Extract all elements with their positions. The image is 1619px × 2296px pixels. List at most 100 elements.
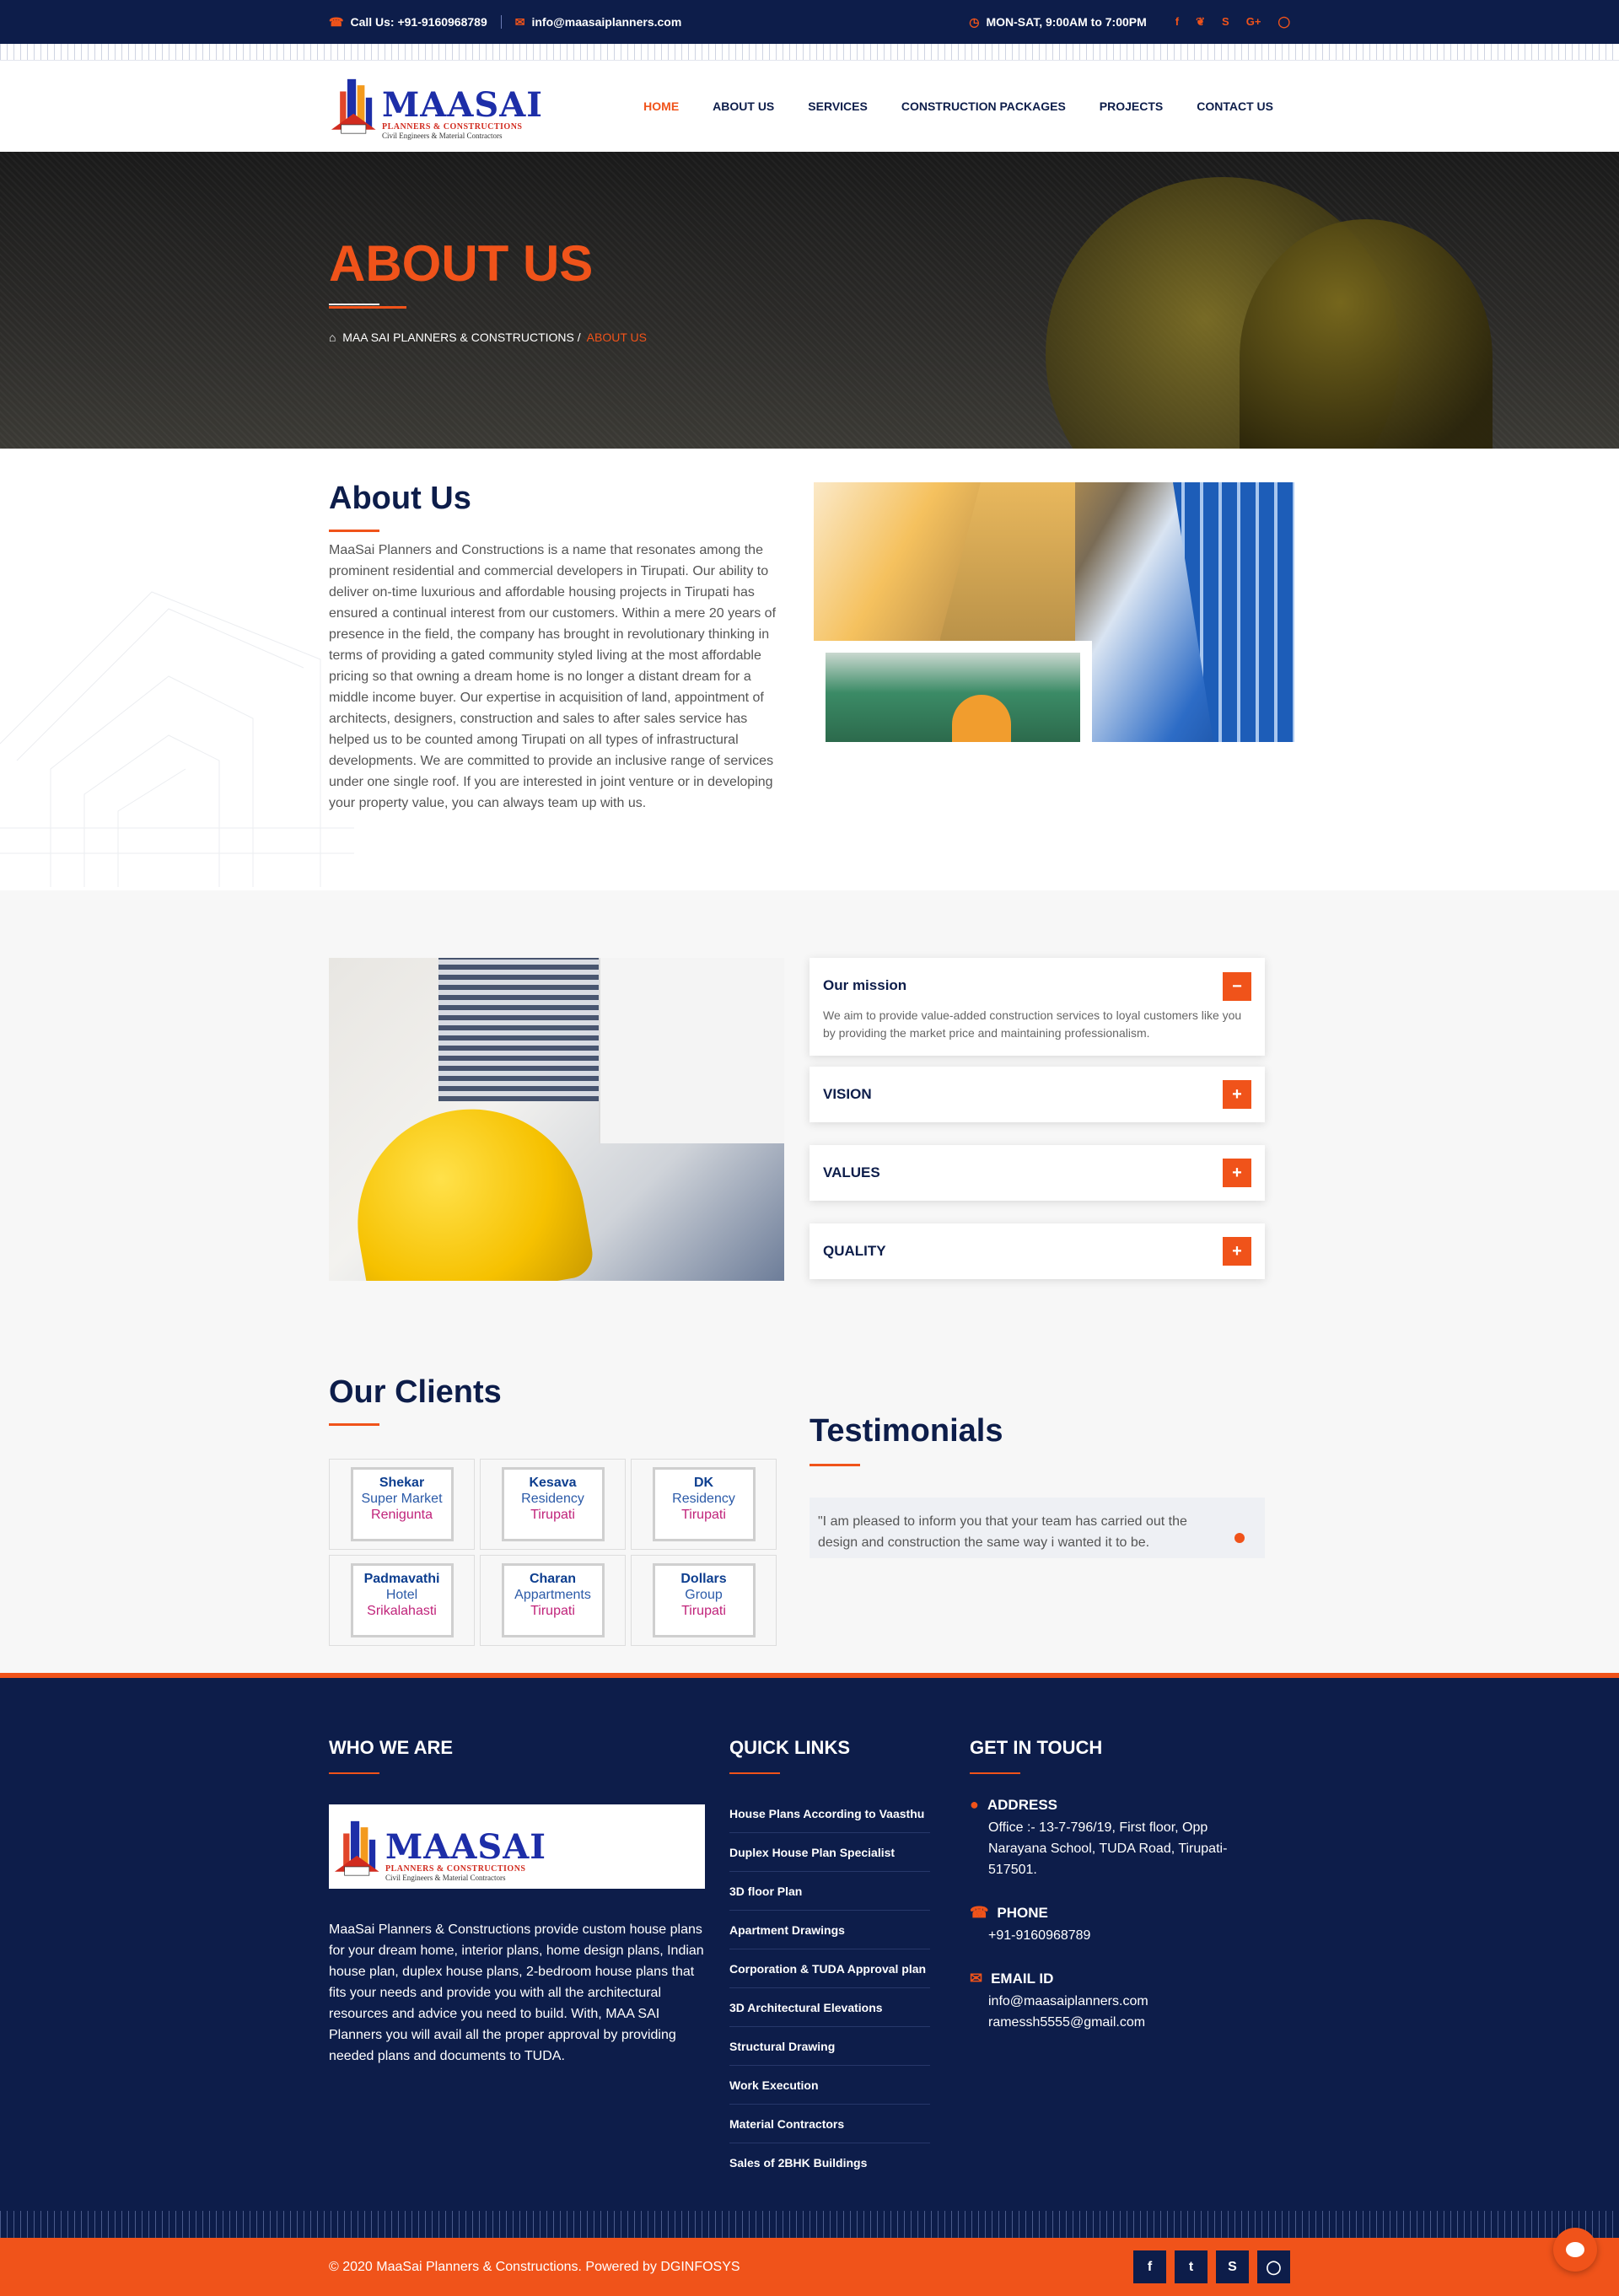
email-value-1[interactable]: info@maasaiplanners.com <box>988 1991 1248 2012</box>
client-name: Kesava <box>529 1476 577 1490</box>
about-inset-image <box>814 641 1092 742</box>
nav-about-us[interactable]: ABOUT US <box>713 99 774 113</box>
logo-subtitle: PLANNERS & CONSTRUCTIONS <box>382 122 523 132</box>
quick-link[interactable]: Material Contractors <box>729 2105 930 2143</box>
client-card: Kesava Residency Tirupati <box>480 1459 626 1550</box>
topbar-phone[interactable]: Call Us: +91-9160968789 <box>350 15 487 29</box>
logo-tagline: Civil Engineers & Material Contractors <box>382 132 503 140</box>
accordion-body: We aim to provide value-added constructi… <box>823 1008 1242 1040</box>
client-card: DK Residency Tirupati <box>631 1459 777 1550</box>
white-shirt-shape <box>599 958 784 1143</box>
testimonials-heading: Testimonials <box>810 1413 1003 1449</box>
accordion-header[interactable]: VISION + <box>810 1067 1265 1122</box>
phone-value[interactable]: +91-9160968789 <box>988 1925 1248 1946</box>
logo-tagline: Civil Engineers & Material Contractors <box>385 1874 506 1882</box>
client-name: DK <box>693 1476 714 1490</box>
collapse-button[interactable]: − <box>1223 972 1251 1001</box>
accordion-mission[interactable]: Our mission − We aim to provide value-ad… <box>810 958 1265 1056</box>
accordion-values[interactable]: VALUES + <box>810 1145 1265 1201</box>
skype-icon[interactable]: S <box>1222 15 1229 29</box>
skype-icon[interactable]: S <box>1216 2250 1249 2283</box>
instagram-icon[interactable]: ◯ <box>1257 2250 1290 2283</box>
phone-icon: ☎ <box>970 1904 989 1921</box>
client-type: Hotel <box>385 1588 418 1602</box>
quick-links: House Plans According to Vaasthu Duplex … <box>729 1794 930 2182</box>
carousel-dot[interactable] <box>1234 1533 1245 1543</box>
accordion-header[interactable]: QUALITY + <box>810 1223 1265 1279</box>
logo-building-icon <box>334 1820 379 1876</box>
client-type: Super Market <box>361 1492 443 1506</box>
page-title: ABOUT US <box>329 235 594 292</box>
bottom-bar: © 2020 MaaSai Planners & Constructions. … <box>0 2238 1619 2296</box>
envelope-icon: ✉ <box>514 14 525 29</box>
twitter-icon[interactable]: ❦ <box>1196 15 1205 29</box>
client-location: Tirupati <box>530 1508 575 1522</box>
map-marker-icon: ● <box>970 1796 979 1813</box>
divider <box>500 15 502 29</box>
instagram-icon[interactable]: ◯ <box>1277 15 1290 29</box>
phone-heading: ☎ PHONE <box>970 1904 1248 1922</box>
nav-construction-packages[interactable]: CONSTRUCTION PACKAGES <box>901 99 1066 113</box>
expand-button[interactable]: + <box>1223 1237 1251 1266</box>
client-type: Group <box>685 1588 723 1602</box>
quick-link[interactable]: Apartment Drawings <box>729 1911 930 1949</box>
email-heading: ✉ EMAIL ID <box>970 1970 1248 1987</box>
expand-button[interactable]: + <box>1223 1159 1251 1187</box>
breadcrumb: ⌂ MAA SAI PLANNERS & CONSTRUCTIONS / ABO… <box>329 331 647 344</box>
nav-contact-us[interactable]: CONTACT US <box>1197 99 1273 113</box>
envelope-icon: ✉ <box>970 1970 983 1987</box>
helmet-blueprint-image <box>329 958 784 1281</box>
quick-link[interactable]: Structural Drawing <box>729 2027 930 2066</box>
clock-icon: ◷ <box>969 14 980 29</box>
expand-button[interactable]: + <box>1223 1080 1251 1109</box>
facebook-icon[interactable]: f <box>1133 2250 1166 2283</box>
topbar-email[interactable]: info@maasaiplanners.com <box>531 15 681 29</box>
phone-label: PHONE <box>997 1904 1048 1921</box>
clients-heading: Our Clients <box>329 1374 502 1410</box>
accordion-header[interactable]: Our mission − <box>810 958 1265 1007</box>
topbar-social: f ❦ S G+ ◯ <box>1175 15 1290 29</box>
logo[interactable]: MAASAI PLANNERS & CONSTRUCTIONS Civil En… <box>329 66 543 147</box>
breadcrumb-current: ABOUT US <box>586 331 647 344</box>
accordion-vision[interactable]: VISION + <box>810 1067 1265 1122</box>
footer-title-underline <box>729 1772 780 1774</box>
client-location: Tirupati <box>681 1604 726 1618</box>
client-type: Residency <box>672 1492 735 1506</box>
quick-link[interactable]: 3D floor Plan <box>729 1872 930 1911</box>
google-plus-icon[interactable]: G+ <box>1246 15 1261 29</box>
email-value-2[interactable]: ramessh5555@gmail.com <box>988 2012 1248 2033</box>
facebook-icon[interactable]: f <box>1175 15 1179 29</box>
client-logo: DK Residency Tirupati <box>652 1467 756 1541</box>
home-icon[interactable]: ⌂ <box>329 331 336 344</box>
twitter-icon[interactable]: t <box>1175 2250 1208 2283</box>
client-type: Residency <box>521 1492 584 1506</box>
about-buildings-image <box>814 482 1294 742</box>
plaid-shirt-shape <box>438 958 607 1101</box>
main-nav: HOME ABOUT US SERVICES CONSTRUCTION PACK… <box>643 99 1273 113</box>
nav-projects[interactable]: PROJECTS <box>1100 99 1163 113</box>
logo-text: MAASAI PLANNERS & CONSTRUCTIONS Civil En… <box>382 89 543 147</box>
accordion-header[interactable]: VALUES + <box>810 1145 1265 1201</box>
quick-link[interactable]: House Plans According to Vaasthu <box>729 1794 930 1833</box>
accordion-title: QUALITY <box>823 1243 886 1259</box>
quick-link[interactable]: Duplex House Plan Specialist <box>729 1833 930 1872</box>
quick-link[interactable]: 3D Architectural Elevations <box>729 1988 930 2027</box>
ruler-strip <box>0 44 1619 61</box>
accordion-quality[interactable]: QUALITY + <box>810 1223 1265 1279</box>
chat-button[interactable] <box>1553 2228 1597 2272</box>
chat-bubble-icon <box>1566 2242 1584 2257</box>
footer-logo[interactable]: MAASAI PLANNERS & CONSTRUCTIONS Civil En… <box>329 1804 705 1889</box>
breadcrumb-home[interactable]: MAA SAI PLANNERS & CONSTRUCTIONS <box>342 331 574 344</box>
quick-link[interactable]: Sales of 2BHK Buildings <box>729 2143 930 2182</box>
quick-link[interactable]: Corporation & TUDA Approval plan <box>729 1949 930 1988</box>
client-location: Tirupati <box>681 1508 726 1522</box>
title-underline <box>329 306 406 309</box>
topbar-right: ◷ MON-SAT, 9:00AM to 7:00PM f ❦ S G+ ◯ <box>969 15 1290 30</box>
footer-touch-title: GET IN TOUCH <box>970 1737 1103 1758</box>
quick-link[interactable]: Work Execution <box>729 2066 930 2105</box>
about-text: MaaSai Planners and Constructions is a n… <box>329 543 777 810</box>
nav-services[interactable]: SERVICES <box>808 99 868 113</box>
nav-home[interactable]: HOME <box>643 99 679 113</box>
accordion-title: VISION <box>823 1086 872 1102</box>
client-name: Padmavathi <box>363 1572 440 1586</box>
